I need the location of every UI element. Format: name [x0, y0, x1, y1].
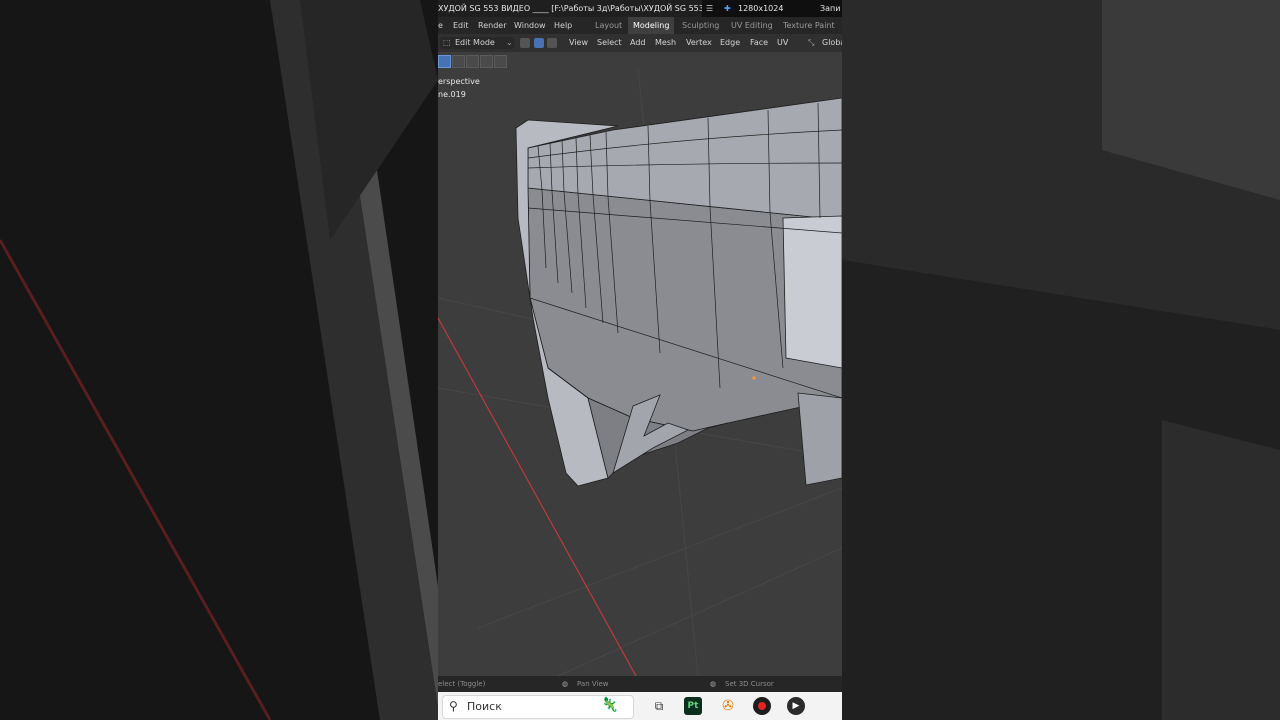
record-label[interactable]: Запи	[820, 0, 840, 17]
mouse-icon: ◍	[562, 680, 569, 688]
transform-orientation[interactable]: Globa	[822, 34, 842, 52]
view-label: erspective	[438, 77, 480, 86]
menu-render[interactable]: Render	[478, 17, 506, 34]
menu-vertex[interactable]: Vertex	[686, 34, 712, 52]
taskbar-search[interactable]: ⚲ Поиск 🦎	[442, 695, 634, 719]
viewport-header: ⬚ Edit Mode ⌄ View Select Add Mesh Verte…	[438, 34, 842, 52]
tab-modeling[interactable]: Modeling	[628, 17, 675, 34]
media-player-icon[interactable]: ▶	[787, 697, 805, 715]
menu-edit[interactable]: Edit	[453, 17, 469, 34]
select-new-icon[interactable]	[438, 55, 451, 68]
windows-taskbar: ⚲ Поиск 🦎 ⧉ Pt ✇ ▶	[438, 692, 842, 720]
vertex-select-button[interactable]	[520, 38, 530, 48]
menu-file[interactable]: e	[438, 17, 443, 34]
face-select-button[interactable]	[547, 38, 557, 48]
menu-window[interactable]: Window	[514, 17, 546, 34]
pin-icon[interactable]: ✚	[724, 0, 731, 17]
select-extend-icon[interactable]	[452, 55, 465, 68]
status-bar: elect (Toggle) ◍ Pan View ◍ Set 3D Curso…	[438, 676, 842, 692]
status-select-hint: elect (Toggle)	[438, 680, 486, 688]
recorder-overlay: ☰ ✚ 1280x1024 Запи	[702, 0, 842, 17]
search-highlight-icon: 🦎	[601, 697, 619, 713]
status-cursor-hint: Set 3D Cursor	[725, 680, 774, 688]
menu-icon[interactable]: ☰	[706, 0, 713, 17]
blurred-background-right-art	[842, 0, 1280, 720]
search-icon: ⚲	[449, 699, 458, 713]
mesh-cutout-window	[782, 215, 842, 369]
menu-face[interactable]: Face	[750, 34, 768, 52]
status-pan-hint: Pan View	[577, 680, 609, 688]
tab-uv-editing[interactable]: UV Editing	[731, 17, 773, 34]
mode-label: Edit Mode	[455, 38, 495, 47]
blender-window: ХУДОЙ SG 553 ВИДЕО ____ [F:\Работы 3д\Ра…	[438, 0, 842, 720]
edge-select-button[interactable]	[534, 38, 544, 48]
menu-view[interactable]: View	[569, 34, 588, 52]
resolution-label: 1280x1024	[738, 4, 784, 13]
painter-app-icon[interactable]: Pt	[684, 697, 702, 715]
window-title-bar: ХУДОЙ SG 553 ВИДЕО ____ [F:\Работы 3д\Ра…	[438, 0, 842, 17]
tab-texture-paint[interactable]: Texture Paint	[783, 17, 835, 34]
task-view-icon[interactable]: ⧉	[650, 697, 668, 715]
chevron-down-icon: ⌄	[506, 38, 513, 47]
3d-viewport[interactable]: erspective ne.019	[438, 67, 842, 677]
menu-select[interactable]: Select	[597, 34, 622, 52]
window-title: ХУДОЙ SG 553 ВИДЕО ____ [F:\Работы 3д\Ра…	[438, 4, 718, 13]
record-dot-icon	[758, 702, 766, 710]
record-app-icon[interactable]	[753, 697, 771, 715]
menu-uv[interactable]: UV	[777, 34, 788, 52]
mode-icon: ⬚	[443, 38, 451, 47]
blurred-background-right	[842, 0, 1280, 720]
orientation-icon: ⤡	[808, 38, 815, 47]
top-menu-bar: e Edit Render Window Help Layout Modelin…	[438, 17, 842, 34]
menu-help[interactable]: Help	[554, 17, 572, 34]
select-intersect-icon[interactable]	[494, 55, 507, 68]
viewport-scene	[438, 67, 842, 677]
menu-edge[interactable]: Edge	[720, 34, 740, 52]
tab-sculpting[interactable]: Sculpting	[682, 17, 719, 34]
object-origin-dot	[752, 376, 756, 380]
blurred-background-left-art	[0, 0, 438, 720]
blender-app-icon[interactable]: ✇	[719, 697, 737, 715]
mesh-cutout-lower	[797, 392, 842, 486]
menu-mesh[interactable]: Mesh	[655, 34, 676, 52]
select-invert-icon[interactable]	[480, 55, 493, 68]
tab-layout[interactable]: Layout	[595, 17, 622, 34]
blurred-background-left	[0, 0, 438, 720]
object-label: ne.019	[438, 90, 466, 99]
select-subtract-icon[interactable]	[466, 55, 479, 68]
search-placeholder: Поиск	[467, 700, 502, 713]
menu-add[interactable]: Add	[630, 34, 646, 52]
mouse-right-icon: ◍	[710, 680, 717, 688]
